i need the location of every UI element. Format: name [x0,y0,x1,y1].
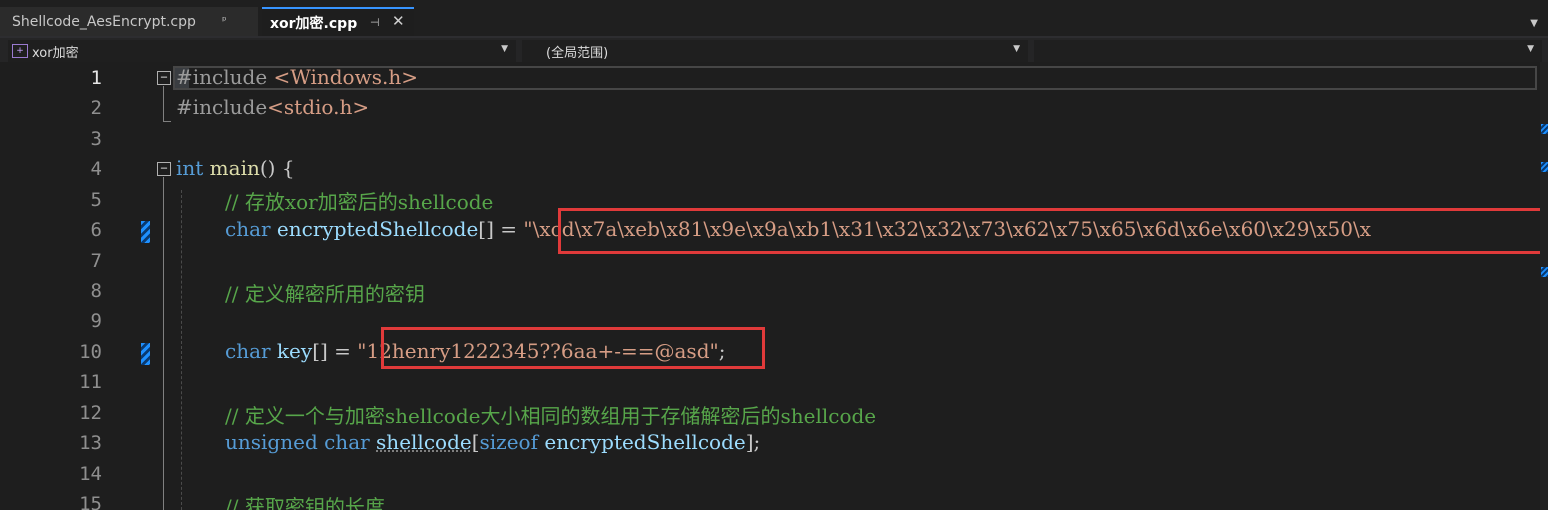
project-dropdown[interactable]: + xor加密 ▼ [8,40,516,62]
key-highlight-box [381,327,765,369]
code-editor[interactable]: 1 2 3 4 5 6 7 8 9 10 11 12 13 14 15 − − … [0,62,1548,510]
pin-icon[interactable]: ⊣ [370,16,380,29]
code-line-4: int main() { [176,156,295,180]
code-line-5: // 存放xor加密后的shellcode [225,190,494,214]
tab-label: xor加密.cpp [270,15,358,32]
change-marker-icon [141,221,150,243]
code-line-1: #include <Windows.h> [176,65,418,89]
line-number: 10 [79,341,102,363]
scope-label: (全局范围) [546,45,609,61]
scope-dropdown[interactable]: (全局范围) ▼ [522,40,1028,62]
pin-icon[interactable]: ᵖ [222,14,227,27]
code-line-12: // 定义一个与加密shellcode大小相同的数组用于存储解密后的shellc… [225,404,877,428]
line-number: 9 [90,310,102,332]
project-icon: + [12,44,28,58]
line-number: 2 [90,97,102,119]
document-tab-bar: Shellcode_AesEncrypt.cpp ᵖ xor加密.cpp ⊣ ✕… [0,0,1548,36]
code-line-8: // 定义解密所用的密钥 [225,282,425,306]
fold-line [163,177,164,510]
scroll-change-marker [1541,162,1548,172]
tab-shellcode-aesencrypt[interactable]: Shellcode_AesEncrypt.cpp ᵖ [0,7,258,36]
code-line-13: unsigned char shellcode[sizeof encrypted… [225,430,761,454]
indicator-margin [0,62,40,510]
code-line-2: #include<stdio.h> [176,95,370,119]
line-number: 3 [90,128,102,150]
line-number: 1 [90,67,102,89]
tab-overflow-icon[interactable]: ▼ [1530,18,1538,29]
scroll-change-marker [1541,124,1548,134]
change-marker-icon [141,343,150,365]
line-number: 13 [79,432,102,454]
line-number: 4 [90,158,102,180]
line-number: 5 [90,189,102,211]
project-label: xor加密 [32,45,79,61]
line-number: 12 [79,402,102,424]
chevron-down-icon: ▼ [501,44,508,54]
chevron-down-icon: ▼ [1527,44,1534,54]
line-number: 11 [79,371,102,393]
line-number: 15 [79,493,102,510]
fold-line [163,86,164,122]
vertical-scrollbar[interactable] [1540,62,1548,510]
chevron-down-icon: ▼ [1013,44,1020,54]
shellcode-highlight-box [558,208,1544,254]
line-number: 8 [90,280,102,302]
collapse-icon[interactable]: − [157,162,171,176]
member-dropdown[interactable]: ▼ [1034,40,1542,62]
scroll-change-marker [1541,267,1548,277]
line-number: 14 [79,463,102,485]
close-icon[interactable]: ✕ [392,12,405,30]
line-number: 6 [90,219,102,241]
tab-xor-encrypt[interactable]: xor加密.cpp ⊣ ✕ [262,7,414,36]
indent-guide [181,190,182,510]
navigation-bar: + xor加密 ▼ (全局范围) ▼ ▼ [0,36,1548,62]
collapse-icon[interactable]: − [157,71,171,85]
tab-label: Shellcode_AesEncrypt.cpp [12,13,196,30]
fold-line-end [163,121,171,122]
code-line-15: // 获取密钥的长度 [225,495,385,510]
line-number: 7 [90,250,102,272]
